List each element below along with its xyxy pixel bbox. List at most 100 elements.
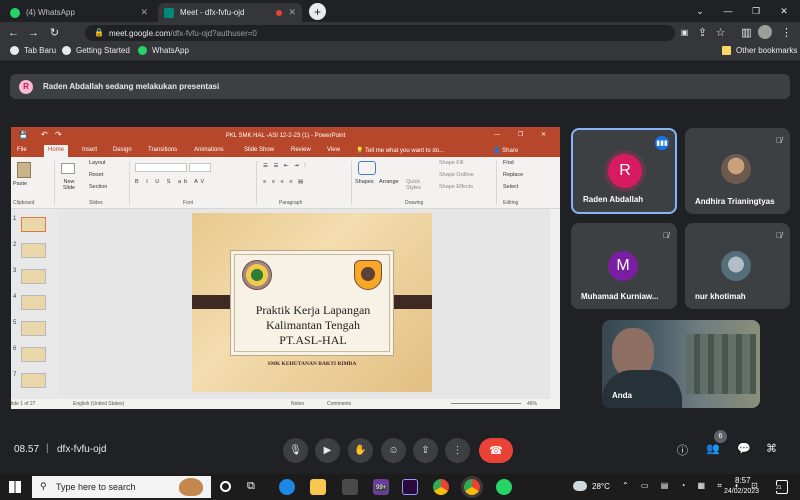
- back-icon[interactable]: ←: [5, 24, 22, 41]
- tab-search-icon[interactable]: ⌄: [686, 0, 714, 22]
- file-explorer-icon[interactable]: [310, 479, 326, 495]
- share-label: Share: [502, 148, 519, 154]
- globe-icon: [10, 46, 19, 55]
- leave-call-button[interactable]: ☎: [479, 438, 513, 463]
- bookmark-whatsapp[interactable]: WhatsApp: [138, 46, 189, 55]
- ppt-title-bar: PKL SMK HAL -ASI 12-2-23 (1) - PowerPoin…: [11, 127, 560, 145]
- taskbar-search-input[interactable]: ⚲ Type here to search: [32, 476, 211, 498]
- url-host: meet.google.com: [109, 28, 171, 38]
- app-icon[interactable]: 99+: [373, 479, 389, 495]
- arrange-label: Arrange: [379, 179, 399, 185]
- close-window-button[interactable]: ✕: [770, 0, 798, 22]
- participant-tile-muhamad[interactable]: M 🎙̸ Muhamad Kurniaw...: [571, 223, 677, 309]
- undo-icon: ↶: [41, 130, 48, 139]
- menu-icon[interactable]: ⋮: [778, 24, 795, 41]
- window-title: PKL SMK HAL -ASI 12-2-23 (1) - PowerPoin…: [225, 133, 346, 139]
- slide-thumbnail: [21, 347, 46, 362]
- raise-hand-button[interactable]: ✋: [348, 438, 373, 463]
- bookmarks-bar: Tab Baru Getting Started WhatsApp Other …: [0, 43, 800, 61]
- tab-meet[interactable]: Meet - dfx-fvfu-ojd ✕: [158, 3, 302, 22]
- bookmark-tab-baru[interactable]: Tab Baru: [10, 46, 56, 55]
- participant-tile-andhira[interactable]: 🎙̸ Andhira Trianingtyas: [685, 128, 790, 214]
- participant-name: Muhamad Kurniaw...: [581, 292, 659, 301]
- shapes-icon: [358, 161, 376, 175]
- whatsapp-icon: [10, 7, 20, 18]
- people-icon[interactable]: 👥: [706, 442, 720, 455]
- thumb-number: 3: [13, 268, 17, 274]
- maximize-button[interactable]: ❐: [742, 0, 770, 22]
- bookmark-star-icon[interactable]: ☆: [712, 24, 729, 41]
- search-icon: ⚲: [40, 481, 47, 491]
- close-icon[interactable]: ✕: [140, 7, 148, 18]
- reload-icon[interactable]: ↻: [46, 24, 63, 41]
- other-bookmarks[interactable]: Other bookmarks: [722, 46, 797, 55]
- info-icon[interactable]: ⓘ: [677, 442, 688, 458]
- group-clipboard: Clipboard: [13, 200, 35, 206]
- reset-label: Reset: [89, 172, 104, 178]
- chrome-active-icon[interactable]: [464, 479, 480, 495]
- participant-tile-nur[interactable]: 🎙̸ nur khotimah: [685, 223, 790, 309]
- participant-name: Anda: [612, 391, 632, 400]
- notification-icon[interactable]: 21: [776, 480, 788, 494]
- microphone-button[interactable]: 🎙: [283, 438, 308, 463]
- slide-thumbnail: [21, 321, 46, 336]
- language-label: English (United States): [73, 401, 125, 407]
- premiere-icon[interactable]: [402, 479, 418, 495]
- camera-button[interactable]: ▶: [315, 438, 340, 463]
- windows-start-icon[interactable]: [9, 481, 21, 493]
- bookmark-label: WhatsApp: [152, 46, 189, 55]
- thumb-number: 2: [13, 242, 17, 248]
- cortana-icon[interactable]: [220, 481, 231, 492]
- recording-dot-icon: [276, 9, 283, 16]
- avatar: M: [608, 251, 638, 281]
- side-panel-icon[interactable]: ▥: [738, 24, 755, 41]
- participant-tile-raden[interactable]: R ▮▮▮ Raden Abdallah: [571, 128, 677, 214]
- participant-name: Andhira Trianingtyas: [695, 197, 775, 206]
- clock-date: 24/02/2023: [724, 488, 760, 495]
- tab-title: Meet - dfx-fvfu-ojd: [180, 8, 245, 17]
- activities-icon[interactable]: ⌘: [766, 442, 777, 455]
- emoji-button[interactable]: ☺: [381, 438, 406, 463]
- shape-effects-label: Shape Effects: [439, 184, 474, 190]
- notification-count: 21: [776, 485, 782, 491]
- presentation-banner: R Raden Abdallah sedang melakukan presen…: [10, 74, 790, 99]
- more-options-button[interactable]: ⋮: [445, 438, 470, 463]
- redo-icon: ↷: [55, 130, 62, 139]
- tab-whatsapp[interactable]: (4) WhatsApp ✕: [4, 3, 154, 22]
- meeting-divider: |: [46, 443, 49, 454]
- close-icon[interactable]: ✕: [288, 7, 296, 18]
- present-button[interactable]: ⇪: [413, 438, 438, 463]
- share-icon[interactable]: ⇪: [694, 24, 711, 41]
- new-tab-button[interactable]: +: [309, 3, 326, 20]
- browser-title-bar: (4) WhatsApp ✕ Meet - dfx-fvfu-ojd ✕ + ⌄…: [0, 0, 800, 22]
- bookmark-label: Other bookmarks: [736, 46, 798, 55]
- meeting-code: dfx-fvfu-ojd: [57, 444, 107, 455]
- weather-icon: [573, 481, 587, 491]
- chrome-icon[interactable]: [433, 479, 449, 495]
- store-icon[interactable]: [342, 479, 358, 495]
- comments-label: Comments: [327, 401, 352, 407]
- bookmark-label: Tab Baru: [24, 46, 57, 55]
- bookmark-getting-started[interactable]: Getting Started: [62, 46, 130, 55]
- self-view-tile[interactable]: Anda: [602, 320, 760, 408]
- menu-slide-show: Slide Show: [244, 147, 275, 153]
- search-highlight-icon: [179, 478, 203, 496]
- task-view-icon[interactable]: ⧉: [247, 480, 255, 493]
- address-bar[interactable]: 🔒 meet.google.com /dfx-fvfu-ojd?authuser…: [85, 25, 675, 41]
- avatar[interactable]: [758, 25, 772, 39]
- whatsapp-icon[interactable]: [496, 479, 512, 495]
- edge-icon[interactable]: [279, 479, 295, 495]
- forward-icon[interactable]: →: [25, 24, 42, 41]
- participant-name: Raden Abdallah: [583, 195, 644, 204]
- ppt-menu-bar: File Home Insert Design Transitions Anim…: [11, 145, 560, 157]
- font-size-box: [189, 163, 211, 172]
- minimize-button[interactable]: —: [714, 0, 742, 22]
- menu-file: File: [17, 147, 27, 153]
- chat-icon[interactable]: 💬: [737, 442, 751, 455]
- slide-thumbnail: [21, 269, 46, 284]
- align-icons: ≡ ≡ ≡ ≡ ▤: [263, 179, 306, 185]
- save-icon: 💾: [19, 132, 28, 139]
- camera-permission-icon[interactable]: ▣: [676, 24, 693, 41]
- replace-label: Replace: [503, 172, 524, 178]
- participant-name: nur khotimah: [695, 292, 746, 301]
